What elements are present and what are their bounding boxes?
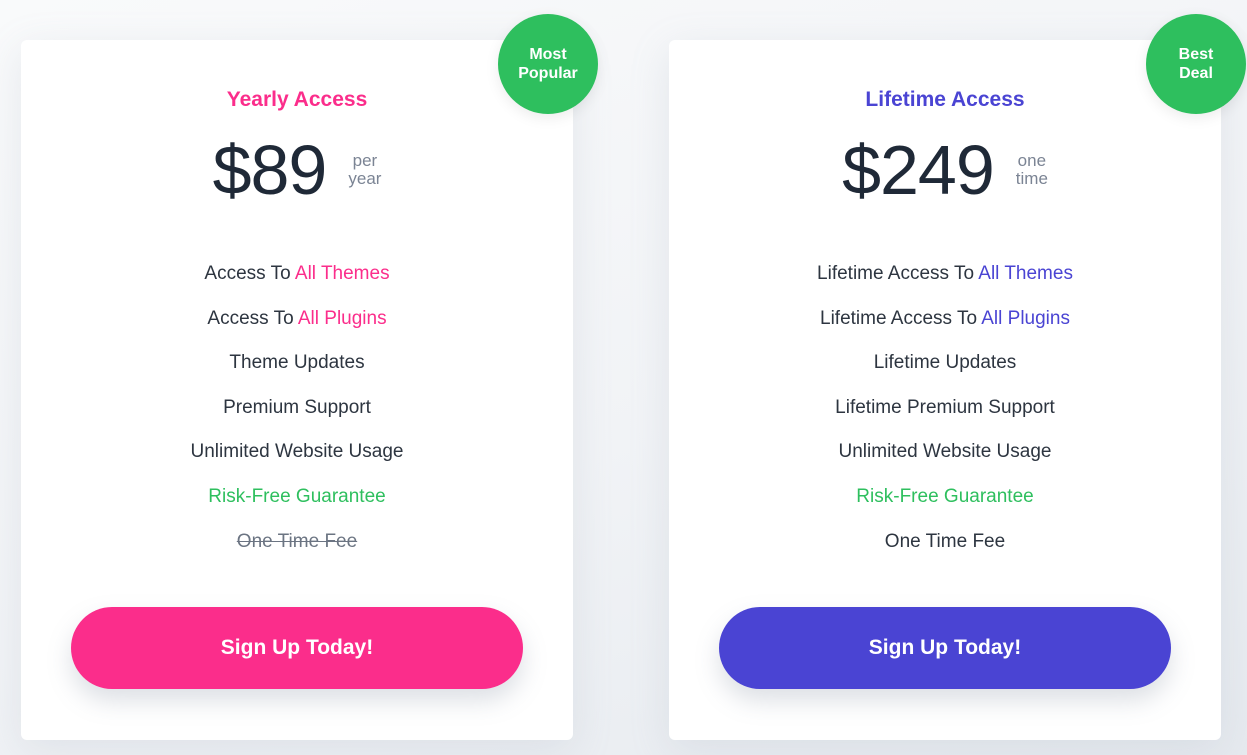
- feature-item: Lifetime Premium Support: [669, 396, 1221, 441]
- feature-text: Lifetime Access To: [817, 263, 979, 284]
- feature-text: Access To: [204, 263, 295, 284]
- feature-text: Unlimited Website Usage: [838, 441, 1052, 463]
- feature-item: Lifetime Access To All Plugins: [669, 307, 1221, 352]
- plan-title: Lifetime Access: [865, 88, 1025, 111]
- feature-item: Theme Updates: [21, 351, 573, 396]
- feature-item: Lifetime Updates: [669, 351, 1221, 396]
- feature-text: Lifetime Premium Support: [835, 396, 1055, 418]
- price-row: $89 per year: [21, 130, 573, 210]
- feature-item: Premium Support: [21, 396, 573, 441]
- sign-up-button-yearly[interactable]: Sign Up Today!: [71, 607, 523, 689]
- pricing-card-yearly: Most Popular Yearly Access $89 per year …: [21, 14, 598, 740]
- price-row: $249 one time: [669, 130, 1221, 210]
- feature-text: Unlimited Website Usage: [190, 441, 404, 463]
- feature-text: Lifetime Access To: [820, 307, 982, 329]
- feature-list: Lifetime Access To All Themes Lifetime A…: [669, 262, 1221, 574]
- feature-item: Unlimited Website Usage: [669, 440, 1221, 485]
- feature-item-guarantee: Risk-Free Guarantee: [21, 485, 573, 530]
- price-period: per year: [348, 151, 382, 188]
- feature-highlight: All Themes: [294, 263, 390, 284]
- feature-item: Unlimited Website Usage: [21, 440, 573, 485]
- feature-item-excluded: One Time Fee: [21, 530, 573, 575]
- feature-text: One Time Fee: [884, 530, 1006, 552]
- feature-item: Access To All Plugins: [21, 307, 573, 352]
- price-period: one time: [1015, 151, 1048, 188]
- price: $89: [212, 131, 328, 209]
- feature-text: Theme Updates: [229, 352, 365, 374]
- sign-up-button-lifetime[interactable]: Sign Up Today!: [719, 607, 1171, 689]
- feature-list: Access To All Themes Access To All Plugi…: [21, 262, 573, 574]
- feature-text: Risk-Free Guarantee: [856, 485, 1034, 507]
- feature-text: Access To: [207, 307, 298, 329]
- feature-item-guarantee: Risk-Free Guarantee: [669, 485, 1221, 530]
- pricing-section: Most Popular Yearly Access $89 per year …: [0, 0, 1247, 755]
- plan-title: Yearly Access: [226, 88, 368, 111]
- feature-item: Access To All Themes: [21, 262, 573, 307]
- feature-text: One Time Fee: [236, 530, 358, 552]
- feature-highlight: All Plugins: [981, 307, 1070, 329]
- feature-item: One Time Fee: [669, 530, 1221, 575]
- price: $249: [842, 131, 995, 209]
- pricing-card-lifetime: Best Deal Lifetime Access $249 one time …: [669, 14, 1246, 740]
- feature-item: Lifetime Access To All Themes: [669, 262, 1221, 307]
- feature-text: Premium Support: [223, 396, 371, 418]
- feature-text: Lifetime Updates: [873, 352, 1017, 374]
- feature-text: Risk-Free Guarantee: [208, 485, 386, 507]
- feature-highlight: All Themes: [978, 263, 1073, 284]
- feature-highlight: All Plugins: [297, 307, 387, 329]
